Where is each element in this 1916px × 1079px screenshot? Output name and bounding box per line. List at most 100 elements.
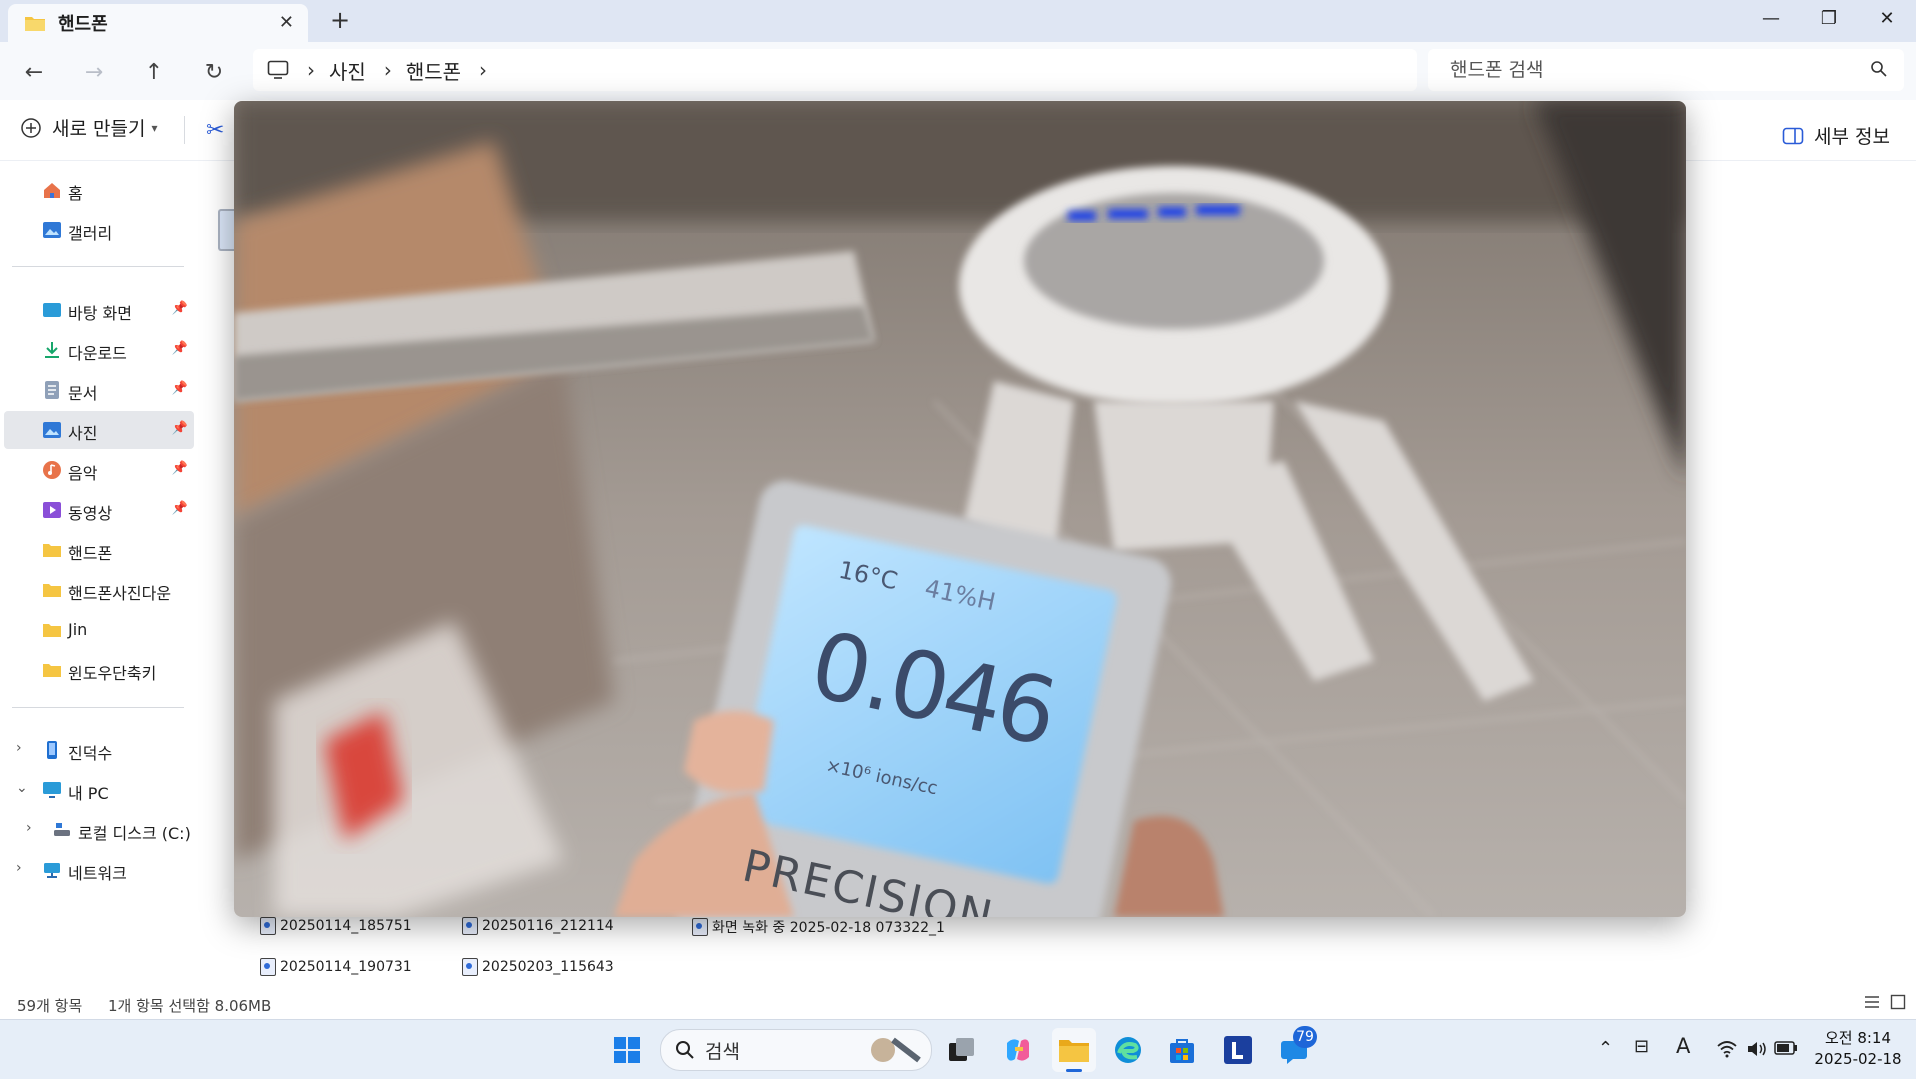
tab-close-button[interactable]: ✕: [279, 12, 294, 33]
phone-icon: [47, 741, 57, 759]
folder-icon: [43, 544, 61, 557]
sidebar-item-home[interactable]: 홈: [4, 171, 194, 209]
details-pane-icon: [1782, 127, 1804, 144]
chevron-right-icon: ›: [307, 58, 315, 82]
sidebar-item-phone-device[interactable]: › 진덕수: [4, 731, 194, 769]
tab-handphone[interactable]: 핸드폰 ✕: [8, 4, 308, 42]
chevron-up-icon[interactable]: ⌃: [1598, 1038, 1613, 1059]
sidebar-item-desktop[interactable]: 바탕 화면 📌: [4, 291, 194, 329]
search-input[interactable]: [1448, 58, 1852, 82]
sidebar-divider: [12, 266, 184, 267]
sidebar-item-this-pc[interactable]: ⌄ 내 PC: [4, 771, 194, 809]
sidebar-item-label: 내 PC: [68, 784, 109, 803]
active-indicator: [1066, 1069, 1082, 1072]
device-icon[interactable]: ⊟: [1634, 1036, 1649, 1057]
search-icon[interactable]: [1870, 60, 1888, 78]
selected-file-tile[interactable]: [218, 209, 234, 251]
list-item[interactable]: 20250114_185751: [260, 917, 412, 935]
refresh-icon: ↻: [204, 59, 224, 85]
ime-icon[interactable]: A: [1676, 1034, 1690, 1058]
tile-view-icon[interactable]: [1890, 994, 1906, 1010]
sidebar-item-gallery[interactable]: 갤러리: [4, 211, 194, 249]
sidebar-item-label: 사진: [68, 424, 98, 443]
file-explorer-button[interactable]: [1052, 1028, 1096, 1072]
start-button[interactable]: [605, 1028, 649, 1072]
minimize-button[interactable]: —: [1742, 0, 1800, 36]
clock[interactable]: 오전 8:14 2025-02-18: [1808, 1028, 1908, 1070]
breadcrumb-pictures[interactable]: 사진: [329, 56, 366, 85]
pc-icon: [43, 782, 61, 798]
sidebar-item-label: 핸드폰: [68, 544, 113, 563]
battery-icon[interactable]: [1774, 1040, 1798, 1056]
sidebar-item-label: 진덕수: [68, 744, 113, 763]
pin-icon[interactable]: 📌: [172, 461, 188, 476]
pin-icon[interactable]: 📌: [172, 301, 188, 316]
wifi-icon[interactable]: [1716, 1040, 1738, 1058]
tab-title: 핸드폰: [58, 14, 108, 35]
chevron-right-icon[interactable]: ›: [479, 58, 487, 82]
sidebar-item-documents[interactable]: 문서 📌: [4, 371, 194, 409]
search-box: [1428, 49, 1904, 91]
chevron-down-icon[interactable]: ⌄: [16, 780, 28, 796]
title-bar: 핸드폰 ✕ + — ❐ ✕: [0, 0, 1916, 42]
video-file-icon: [462, 958, 478, 976]
details-button[interactable]: 세부 정보: [1782, 122, 1890, 149]
new-tab-button[interactable]: +: [330, 6, 350, 34]
restore-button[interactable]: ❐: [1800, 0, 1858, 36]
sidebar-item-music[interactable]: 음악 📌: [4, 451, 194, 489]
chevron-right-icon[interactable]: ›: [16, 740, 22, 756]
sidebar-item-downloads[interactable]: 다운로드 📌: [4, 331, 194, 369]
sidebar-item-label: 네트워크: [68, 864, 127, 883]
pin-icon[interactable]: 📌: [172, 341, 188, 356]
l-app-button[interactable]: [1216, 1028, 1260, 1072]
sidebar-item-label: 동영상: [68, 504, 113, 523]
refresh-button[interactable]: ↻: [198, 56, 230, 88]
up-button[interactable]: ↑: [138, 56, 170, 88]
speaker-icon[interactable]: [1746, 1040, 1768, 1058]
chevron-right-icon[interactable]: ›: [26, 820, 32, 836]
copilot-button[interactable]: [996, 1028, 1040, 1072]
folder-icon: [1059, 1040, 1089, 1062]
sidebar-item-videos[interactable]: 동영상 📌: [4, 491, 194, 529]
list-item[interactable]: 20250116_212114: [462, 917, 614, 935]
sidebar-item-network[interactable]: › 네트워크: [4, 851, 194, 889]
store-button[interactable]: [1160, 1028, 1204, 1072]
task-view-button[interactable]: [940, 1028, 984, 1072]
list-view-icon[interactable]: [1864, 995, 1880, 1009]
close-button[interactable]: ✕: [1858, 0, 1916, 36]
list-item[interactable]: 20250203_115643: [462, 958, 614, 976]
sidebar-item-label: 홈: [68, 184, 83, 203]
folder-icon: [43, 584, 61, 597]
new-button[interactable]: 새로 만들기 ▾: [20, 114, 157, 141]
item-count: 59개 항목: [17, 997, 83, 1015]
back-button[interactable]: ←: [18, 56, 50, 88]
list-item[interactable]: 20250114_190731: [260, 958, 412, 976]
list-item[interactable]: 화면 녹화 중 2025-02-18 073322_1: [692, 917, 945, 937]
breadcrumb-handphone[interactable]: 핸드폰: [406, 56, 461, 85]
sidebar-item-jin[interactable]: Jin: [4, 611, 194, 649]
pin-icon[interactable]: 📌: [172, 501, 188, 516]
chevron-right-icon[interactable]: ›: [16, 860, 22, 876]
sidebar-divider: [12, 707, 184, 708]
sidebar-item-pictures[interactable]: 사진 📌: [4, 411, 194, 449]
sidebar-item-handphone[interactable]: 핸드폰: [4, 531, 194, 569]
edge-button[interactable]: [1106, 1028, 1150, 1072]
file-name: 화면 녹화 중 2025-02-18 073322_1: [712, 920, 945, 936]
store-icon: [1170, 1039, 1194, 1063]
pin-icon[interactable]: 📌: [172, 381, 188, 396]
chevron-down-icon: ▾: [151, 120, 158, 135]
document-icon: [45, 381, 59, 399]
plus-circle-icon: [21, 117, 41, 138]
sidebar-item-local-disk[interactable]: › 로컬 디스크 (C:): [14, 811, 204, 849]
forward-button[interactable]: →: [78, 56, 110, 88]
navigation-pane: 홈 갤러리 바탕 화면 📌 다운로드 📌 문서 📌 사진 📌 음악 📌 동영상 …: [0, 161, 196, 985]
sidebar-item-handphone-download[interactable]: 핸드폰사진다운: [4, 571, 194, 609]
cut-icon[interactable]: ✂: [206, 118, 224, 143]
taskbar-search[interactable]: 검색: [660, 1029, 932, 1071]
video-preview-popup[interactable]: 16°C 41%H 0.046 ×10⁶ ions/cc PRECISION: [234, 101, 1686, 917]
address-bar[interactable]: › 사진 › 핸드폰 ›: [253, 49, 1417, 91]
sidebar-item-label: 윈도우단축키: [68, 664, 157, 683]
sidebar-item-windows-shortcuts[interactable]: 윈도우단축키: [4, 651, 194, 689]
copilot-icon: [1007, 1039, 1029, 1061]
pin-icon[interactable]: 📌: [172, 421, 188, 436]
